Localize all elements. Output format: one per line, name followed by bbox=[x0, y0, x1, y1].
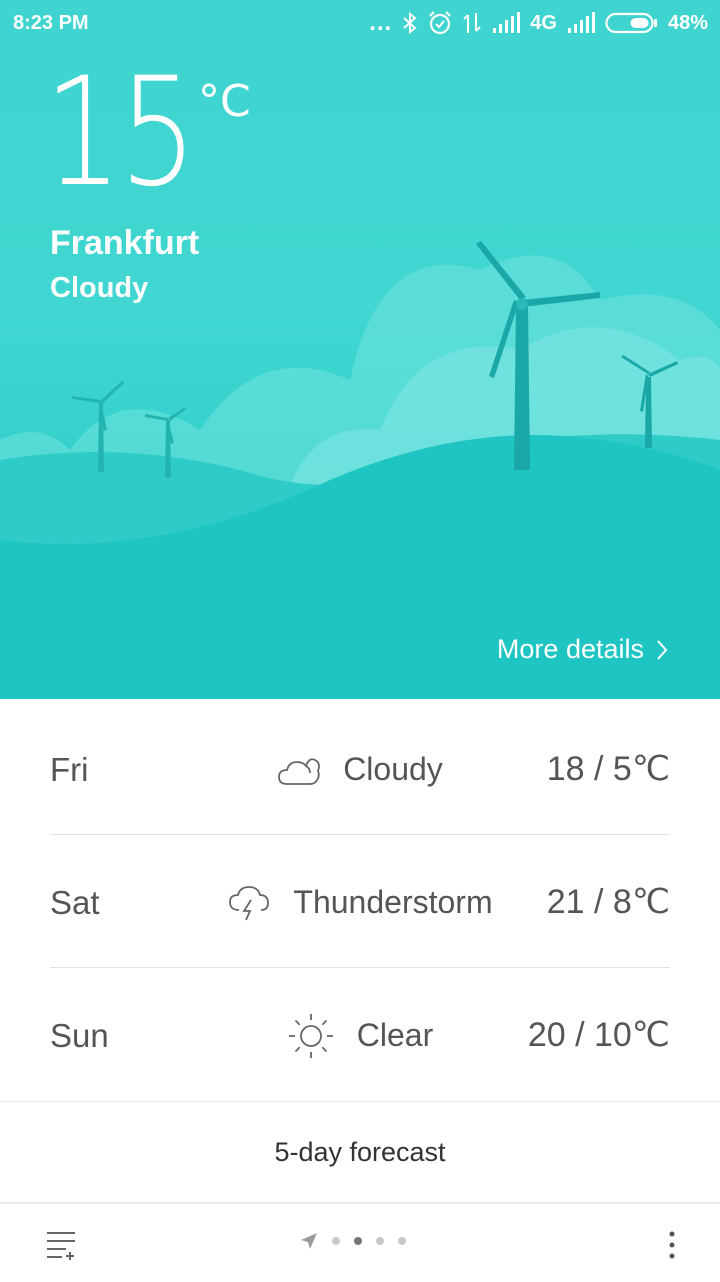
bluetooth-icon bbox=[403, 11, 417, 35]
forecast-range: 21 / 8℃ bbox=[546, 883, 670, 921]
cloud-icon bbox=[278, 757, 321, 785]
data-arrows-icon bbox=[463, 13, 481, 33]
forecast-row[interactable]: Sun Clear 20 / 10℃ bbox=[50, 969, 670, 1102]
alarm-icon bbox=[429, 11, 452, 35]
page-indicator bbox=[300, 1232, 406, 1250]
temperature-unit: °C bbox=[198, 76, 251, 127]
more-details-link[interactable]: More details bbox=[497, 634, 668, 665]
current-condition: Cloudy bbox=[50, 272, 149, 304]
page-dot-active[interactable] bbox=[354, 1237, 362, 1245]
forecast-row[interactable]: Fri Cloudy 18 / 5℃ bbox=[50, 703, 670, 836]
page-dot[interactable] bbox=[332, 1237, 340, 1245]
location-arrow-icon bbox=[301, 1233, 317, 1249]
battery-percent: 48% bbox=[667, 11, 708, 34]
network-type: 4G bbox=[530, 11, 557, 34]
forecast-condition-label: Cloudy bbox=[343, 751, 443, 787]
five-day-forecast-button[interactable]: 5-day forecast bbox=[0, 1101, 720, 1202]
forecast-condition-label: Thunderstorm bbox=[293, 884, 493, 920]
weather-hero: 8:23 PM … 4G 48% 15 °C Frankfurt Cloudy … bbox=[0, 0, 720, 699]
status-bar: 8:23 PM … 4G 48% bbox=[0, 0, 720, 48]
forecast-row[interactable]: Sat Thunderstorm 21 / 8℃ bbox=[50, 836, 670, 969]
signal-icon bbox=[493, 12, 521, 33]
page-dot[interactable] bbox=[376, 1237, 384, 1245]
thunderstorm-icon bbox=[229, 885, 270, 920]
city-name: Frankfurt bbox=[50, 224, 200, 262]
more-dots-icon: … bbox=[368, 9, 394, 36]
signal-icon-2 bbox=[567, 12, 595, 33]
overflow-menu-icon[interactable] bbox=[664, 1230, 680, 1260]
status-icons: … 4G 48% bbox=[368, 10, 708, 36]
chevron-right-icon bbox=[657, 639, 668, 660]
sun-icon bbox=[288, 1013, 333, 1058]
divider bbox=[50, 967, 670, 968]
more-details-label: More details bbox=[496, 634, 644, 664]
bottom-bar bbox=[0, 1202, 720, 1282]
page-dot[interactable] bbox=[398, 1237, 406, 1245]
forecast-range: 18 / 5℃ bbox=[546, 750, 670, 788]
current-temperature: 15 bbox=[44, 46, 197, 220]
divider bbox=[50, 834, 670, 835]
status-time: 8:23 PM bbox=[13, 12, 89, 34]
city-list-icon[interactable] bbox=[46, 1230, 78, 1260]
forecast-condition-label: Clear bbox=[356, 1017, 434, 1053]
forecast-range: 20 / 10℃ bbox=[527, 1016, 670, 1054]
battery-icon bbox=[605, 12, 657, 34]
